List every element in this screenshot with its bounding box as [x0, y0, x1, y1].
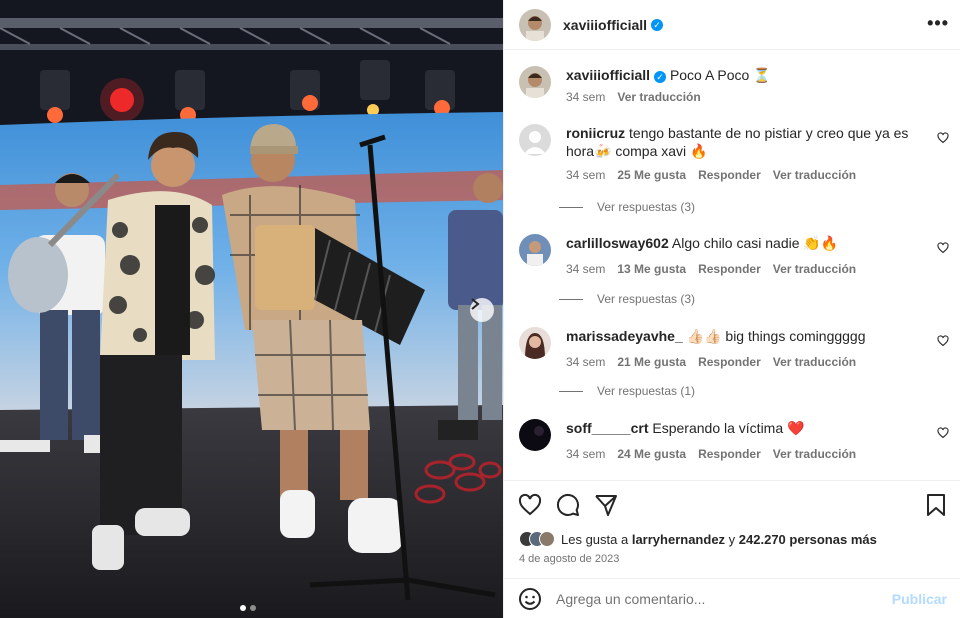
likes-joiner: y [728, 531, 736, 547]
view-replies-button[interactable]: Ver respuestas (3) [559, 292, 695, 306]
see-translation-link[interactable]: Ver traducción [773, 447, 856, 461]
publish-button[interactable]: Publicar [892, 591, 947, 607]
comment-likes[interactable]: 21 Me gusta [617, 355, 686, 369]
like-heart-icon[interactable] [518, 493, 542, 517]
carousel-dot [240, 605, 246, 611]
commenter-avatar[interactable] [519, 124, 551, 156]
save-bookmark-icon[interactable] [925, 493, 947, 517]
likes-summary: Les gusta a larryhernandez y 242.270 per… [519, 531, 877, 547]
like-comment-heart-icon[interactable] [937, 132, 949, 144]
commenter-username[interactable]: carlillosway602 [566, 235, 669, 251]
reply-button[interactable]: Responder [698, 262, 761, 276]
comment-text: 👍🏻👍🏻 big things cominggggg [686, 328, 866, 344]
liker-avatars[interactable] [519, 531, 555, 547]
comment-text: Algo chilo casi nadie 👏🔥 [671, 235, 839, 251]
view-replies-label: Ver respuestas (3) [597, 200, 696, 214]
author-avatar[interactable] [519, 8, 551, 41]
next-photo-button[interactable] [470, 298, 494, 322]
commenter-username[interactable]: roniicruz [566, 125, 625, 141]
liker-avatar [539, 531, 555, 547]
verified-badge-icon: ✓ [651, 18, 664, 31]
comment-age[interactable]: 34 sem [566, 355, 605, 369]
reply-button[interactable]: Responder [698, 355, 761, 369]
post-header: xaviiiofficiall ✓ ••• [504, 0, 960, 50]
comment-likes[interactable]: 13 Me gusta [617, 262, 686, 276]
caption-username[interactable]: xaviiiofficiall [566, 67, 650, 83]
view-replies-label: Ver respuestas (3) [597, 292, 696, 306]
like-comment-heart-icon[interactable] [937, 242, 949, 254]
likes-others-link[interactable]: 242.270 personas más [739, 532, 877, 547]
comment-likes[interactable]: 25 Me gusta [617, 168, 686, 182]
carousel-indicator [240, 605, 256, 611]
like-comment-heart-icon[interactable] [937, 427, 949, 439]
caption-age[interactable]: 34 sem [566, 90, 605, 104]
commenter-avatar[interactable] [519, 419, 551, 451]
comment-age[interactable]: 34 sem [566, 262, 605, 276]
emoji-smiley-icon[interactable] [518, 587, 542, 611]
post-photo[interactable] [0, 0, 503, 618]
see-translation-link[interactable]: Ver traducción [773, 355, 856, 369]
post-actions: Les gusta a larryhernandez y 242.270 per… [504, 480, 960, 578]
view-replies-button[interactable]: Ver respuestas (1) [559, 384, 695, 398]
commenter-username[interactable]: soff_____crt [566, 420, 649, 436]
liker-username[interactable]: larryhernandez [632, 532, 725, 547]
see-translation-link[interactable]: Ver traducción [773, 168, 856, 182]
author-avatar[interactable] [519, 66, 551, 98]
verified-badge-icon: ✓ [654, 71, 667, 83]
reply-button[interactable]: Responder [698, 447, 761, 461]
likes-prefix: Les gusta a [561, 531, 629, 547]
like-comment-heart-icon[interactable] [937, 335, 949, 347]
chevron-right-icon [471, 298, 480, 310]
share-paper-plane-icon[interactable] [594, 493, 618, 517]
see-translation-link[interactable]: Ver traducción [617, 90, 700, 104]
comment-input[interactable] [556, 590, 886, 607]
see-translation-link[interactable]: Ver traducción [773, 262, 856, 276]
commenter-avatar[interactable] [519, 234, 551, 266]
post-dialog: xaviiiofficiall ✓ ••• xaviiiofficiall ✓ P… [0, 0, 960, 618]
comment-age[interactable]: 34 sem [566, 447, 605, 461]
concert-photo-illustration [0, 0, 503, 618]
view-replies-button[interactable]: Ver respuestas (3) [559, 200, 695, 214]
author-username[interactable]: xaviiiofficiall [563, 17, 647, 33]
commenter-avatar[interactable] [519, 327, 551, 359]
post-side-panel: xaviiiofficiall ✓ ••• xaviiiofficiall ✓ P… [503, 0, 960, 618]
comment-text: Esperando la víctima ❤️ [652, 420, 805, 436]
more-options-icon[interactable]: ••• [927, 13, 949, 34]
comment-bubble-icon[interactable] [556, 493, 580, 517]
post-date[interactable]: 4 de agosto de 2023 [519, 553, 619, 565]
carousel-dot [250, 605, 256, 611]
caption-text: Poco A Poco ⏳ [669, 67, 771, 83]
comments-list: xaviiiofficiall ✓ Poco A Poco ⏳ 34 sem Ve… [504, 50, 960, 480]
comment-age[interactable]: 34 sem [566, 168, 605, 182]
add-comment-bar: Publicar [504, 578, 960, 618]
reply-button[interactable]: Responder [698, 168, 761, 182]
comment-likes[interactable]: 24 Me gusta [617, 447, 686, 461]
view-replies-label: Ver respuestas (1) [597, 384, 696, 398]
commenter-username[interactable]: marissadeyavhe_ [566, 328, 683, 344]
